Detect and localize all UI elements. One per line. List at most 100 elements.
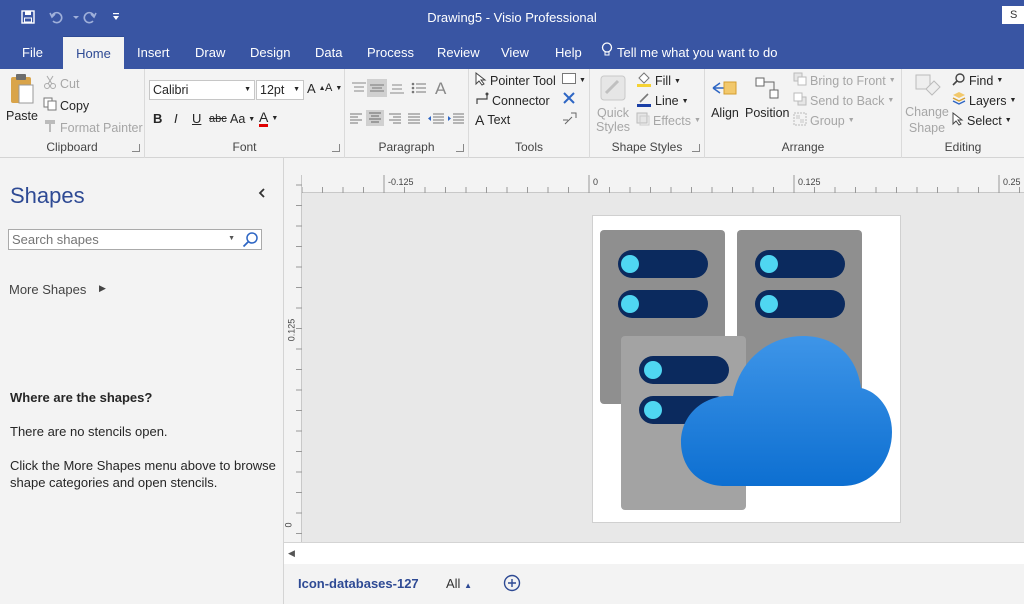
font-color-button[interactable]: A ▼ (259, 110, 278, 127)
page-tab-icon-databases[interactable]: Icon-databases-127 (298, 576, 419, 591)
drawing-canvas[interactable] (302, 193, 1024, 542)
fill-bucket-icon (636, 72, 652, 90)
tab-file[interactable]: File (18, 36, 47, 69)
chevron-down-icon: ▼ (887, 97, 895, 104)
tab-design[interactable]: Design (246, 36, 294, 69)
decrease-indent-icon[interactable] (427, 113, 445, 125)
more-shapes-label: More Shapes (9, 282, 87, 297)
font-name-dropdown[interactable]: Calibri ▼ (149, 80, 255, 100)
vertical-ruler-ticks (296, 184, 302, 534)
tab-draw[interactable]: Draw (191, 36, 229, 69)
align-top-icon[interactable] (351, 81, 367, 95)
grow-font-icon[interactable]: A ▲ (307, 81, 326, 96)
tab-home[interactable]: Home (63, 36, 124, 69)
add-page-icon[interactable] (503, 574, 521, 595)
scroll-left-icon[interactable]: ◀ (288, 548, 295, 559)
no-stencils-text: There are no stencils open. (10, 424, 168, 439)
ribbon: Paste Cut Copy Format Painter Clipboard … (0, 69, 1024, 158)
tell-me-box[interactable]: Tell me what you want to do (597, 36, 781, 69)
layers-icon (952, 92, 966, 109)
strikethrough-button[interactable]: abc (209, 113, 227, 125)
quick-styles-button[interactable]: Quick Styles (596, 73, 630, 134)
paragraph-launcher-icon[interactable] (456, 144, 464, 152)
server-led (760, 295, 778, 313)
increase-indent-icon[interactable] (447, 113, 465, 125)
align-middle-icon[interactable] (367, 79, 387, 97)
bullets-icon[interactable] (411, 81, 427, 95)
change-shape-label: Change Shape (905, 105, 949, 135)
group-icon (793, 112, 807, 129)
pointer-icon (475, 71, 487, 89)
search-dropdown-icon[interactable]: ▼ (228, 235, 235, 242)
vertical-ruler: 0.125 0 (284, 175, 302, 542)
clipboard-launcher-icon[interactable] (132, 144, 140, 152)
close-tool-icon[interactable] (563, 92, 575, 104)
italic-button[interactable]: I (174, 111, 178, 126)
more-shapes-menu[interactable]: More Shapes ▶ (9, 282, 106, 297)
effects-button[interactable]: Effects ▼ (636, 112, 701, 129)
line-button[interactable]: Line ▼ (636, 92, 689, 110)
change-case-button[interactable]: Aa ▼ (230, 112, 255, 126)
justify-icon[interactable] (407, 113, 421, 125)
search-shapes-input[interactable] (9, 230, 221, 249)
bold-button[interactable]: B (153, 111, 162, 126)
shrink-font-icon[interactable]: A ▼ (325, 82, 342, 94)
format-painter-button[interactable]: Format Painter (43, 119, 143, 136)
database-cloud-shape[interactable] (593, 216, 900, 522)
shape-styles-group: Quick Styles Fill ▼ Line ▼ Effects ▼ Shape … (590, 69, 705, 158)
h-ruler-label: 0 (593, 177, 599, 187)
align-left-icon[interactable] (349, 113, 363, 125)
font-launcher-icon[interactable] (332, 144, 340, 152)
bring-to-front-label: Bring to Front (810, 73, 886, 88)
paste-icon (8, 73, 36, 108)
clipboard-group: Paste Cut Copy Format Painter Clipboard (0, 69, 145, 158)
group-button[interactable]: Group ▼ (793, 112, 855, 129)
bring-front-icon (793, 72, 807, 89)
cut-button[interactable]: Cut (43, 75, 79, 92)
copy-button[interactable]: Copy (43, 97, 89, 114)
all-pages-button[interactable]: All ▲ (446, 576, 472, 591)
align-button[interactable]: Align (710, 75, 740, 120)
horizontal-scrollbar[interactable]: ◀ (284, 542, 1024, 564)
font-size-dropdown[interactable]: 12pt ▼ (256, 80, 304, 100)
align-center-icon[interactable] (366, 110, 384, 126)
tab-data[interactable]: Data (311, 36, 346, 69)
effects-icon (636, 112, 650, 129)
change-shape-icon (912, 73, 942, 104)
search-icon[interactable] (242, 231, 259, 251)
rectangle-tool-button[interactable]: ▼ (562, 73, 586, 87)
tab-insert[interactable]: Insert (133, 36, 174, 69)
text-tool-button[interactable]: A Text (475, 112, 510, 128)
find-button[interactable]: Find ▼ (952, 72, 1003, 89)
align-bottom-icon[interactable] (389, 81, 405, 95)
tab-process[interactable]: Process (363, 36, 418, 69)
drawing-page[interactable] (592, 215, 901, 523)
layers-button[interactable]: Layers ▼ (952, 92, 1016, 109)
collapse-pane-icon[interactable] (258, 185, 266, 201)
select-button[interactable]: Select ▼ (952, 111, 1012, 129)
pointer-tool-button[interactable]: Pointer Tool (475, 71, 556, 89)
align-right-icon[interactable] (388, 113, 402, 125)
send-to-back-button[interactable]: Send to Back ▼ (793, 92, 894, 109)
tab-review[interactable]: Review (433, 36, 484, 69)
sign-in-button[interactable]: S (1002, 6, 1024, 24)
fill-button[interactable]: Fill ▼ (636, 72, 681, 90)
bring-to-front-button[interactable]: Bring to Front ▼ (793, 72, 896, 89)
paste-button[interactable]: Paste (6, 73, 38, 123)
canvas-top-strip (284, 158, 1024, 175)
text-direction-icon[interactable]: A (435, 79, 446, 99)
server-led (621, 255, 639, 273)
connector-button[interactable]: Connector (475, 92, 550, 109)
underline-button[interactable]: U (192, 111, 201, 126)
tools-group-label: Tools (514, 140, 543, 154)
connection-point-icon[interactable] (562, 111, 578, 127)
title-bar: Drawing5 - Visio Professional S (0, 0, 1024, 36)
shape-styles-launcher-icon[interactable] (692, 144, 700, 152)
layers-label: Layers (969, 93, 1007, 108)
tab-help[interactable]: Help (551, 36, 586, 69)
font-group-label: Font (232, 140, 257, 154)
position-button[interactable]: Position (745, 75, 789, 120)
all-pages-label: All (446, 576, 461, 591)
change-shape-button[interactable]: Change Shape (904, 73, 950, 136)
tab-view[interactable]: View (497, 36, 533, 69)
